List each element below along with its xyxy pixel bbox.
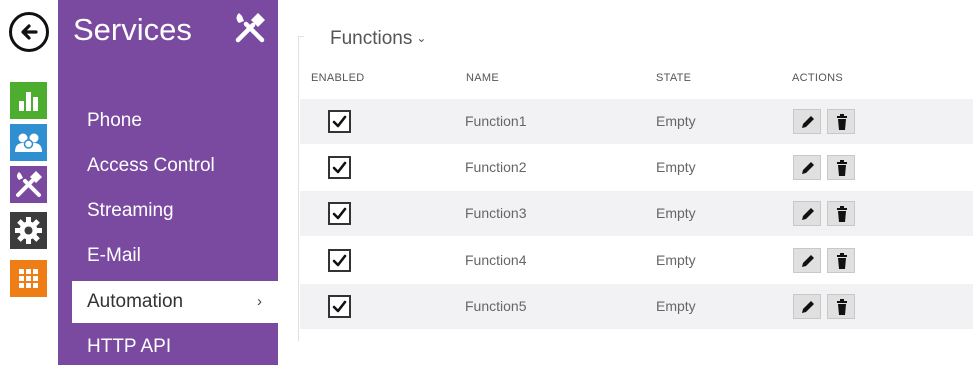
bar-chart-icon [19,92,38,111]
table-row: Function5 Empty [300,284,973,329]
nav-system-button[interactable] [10,260,47,297]
menu-item-automation[interactable]: Automation › [72,281,278,323]
table-row: Function1 Empty [300,99,973,144]
function-state: Empty [656,252,696,268]
gear-icon [15,217,42,244]
column-header-actions: ACTIONS [792,72,843,84]
functions-dropdown[interactable]: Functions ⌄ [330,28,426,50]
enabled-checkbox[interactable] [328,249,351,272]
function-name: Function3 [465,205,527,221]
function-name: Function2 [465,159,527,175]
menu-item-access-control[interactable]: Access Control [58,145,278,187]
enabled-checkbox[interactable] [328,295,351,318]
back-button[interactable] [9,12,49,52]
column-header-state: STATE [656,72,692,84]
pencil-icon [802,116,814,128]
trash-icon [837,114,847,130]
menu-item-label: Automation [87,291,184,312]
function-state: Empty [656,113,696,129]
edit-button[interactable] [793,294,821,319]
trash-icon [837,253,847,269]
trash-icon [837,206,847,222]
edit-button[interactable] [793,201,821,226]
function-name: Function4 [465,252,527,268]
menu-item-label: HTTP API [87,336,172,357]
delete-button[interactable] [827,109,855,134]
pencil-icon [802,208,814,220]
pencil-icon [802,162,814,174]
table-row: Function3 Empty [300,191,973,236]
nav-users-button[interactable] [10,124,47,161]
menu-item-label: E-Mail [87,245,141,266]
edit-button[interactable] [793,248,821,273]
function-state: Empty [656,298,696,314]
pencil-icon [802,255,814,267]
function-state: Empty [656,205,696,221]
table-row: Function4 Empty [300,238,973,283]
grid-icon [19,269,38,288]
column-header-name: NAME [466,72,499,84]
delete-button[interactable] [827,201,855,226]
nav-status-button[interactable] [10,82,47,119]
checkmark-icon [332,115,347,128]
content-divider [298,36,299,341]
nav-services-button[interactable] [10,166,47,203]
menu-item-label: Phone [87,110,142,131]
menu-item-email[interactable]: E-Mail [58,235,278,277]
users-icon [15,133,42,152]
enabled-checkbox[interactable] [328,156,351,179]
trash-icon [837,299,847,315]
back-arrow-icon [21,24,38,40]
tools-icon [16,171,42,197]
delete-button[interactable] [827,294,855,319]
menu-item-http-api[interactable]: HTTP API [58,326,278,365]
checkmark-icon [332,254,347,267]
chevron-down-icon: ⌄ [416,31,427,45]
function-state: Empty [656,159,696,175]
trash-icon [837,160,847,176]
menu-item-streaming[interactable]: Streaming [58,190,278,232]
delete-button[interactable] [827,248,855,273]
pencil-icon [802,301,814,313]
edit-button[interactable] [793,155,821,180]
enabled-checkbox[interactable] [328,110,351,133]
edit-button[interactable] [793,109,821,134]
function-name: Function1 [465,113,527,129]
function-name: Function5 [465,298,527,314]
column-header-enabled: ENABLED [311,72,365,84]
tools-icon [235,13,265,43]
checkmark-icon [332,161,347,174]
menu-item-label: Streaming [87,200,174,221]
nav-hardware-button[interactable] [10,212,47,249]
delete-button[interactable] [827,155,855,180]
services-panel: Services Phone Access Control Streaming … [58,0,278,365]
table-row: Function2 Empty [300,145,973,190]
content-divider-tick [298,36,304,37]
panel-title: Services [73,12,192,47]
section-title: Functions [330,28,413,49]
menu-item-label: Access Control [87,155,215,176]
enabled-checkbox[interactable] [328,202,351,225]
chevron-right-icon: › [257,293,262,310]
checkmark-icon [332,207,347,220]
checkmark-icon [332,300,347,313]
menu-item-phone[interactable]: Phone [58,100,278,142]
icon-rail [0,0,50,365]
